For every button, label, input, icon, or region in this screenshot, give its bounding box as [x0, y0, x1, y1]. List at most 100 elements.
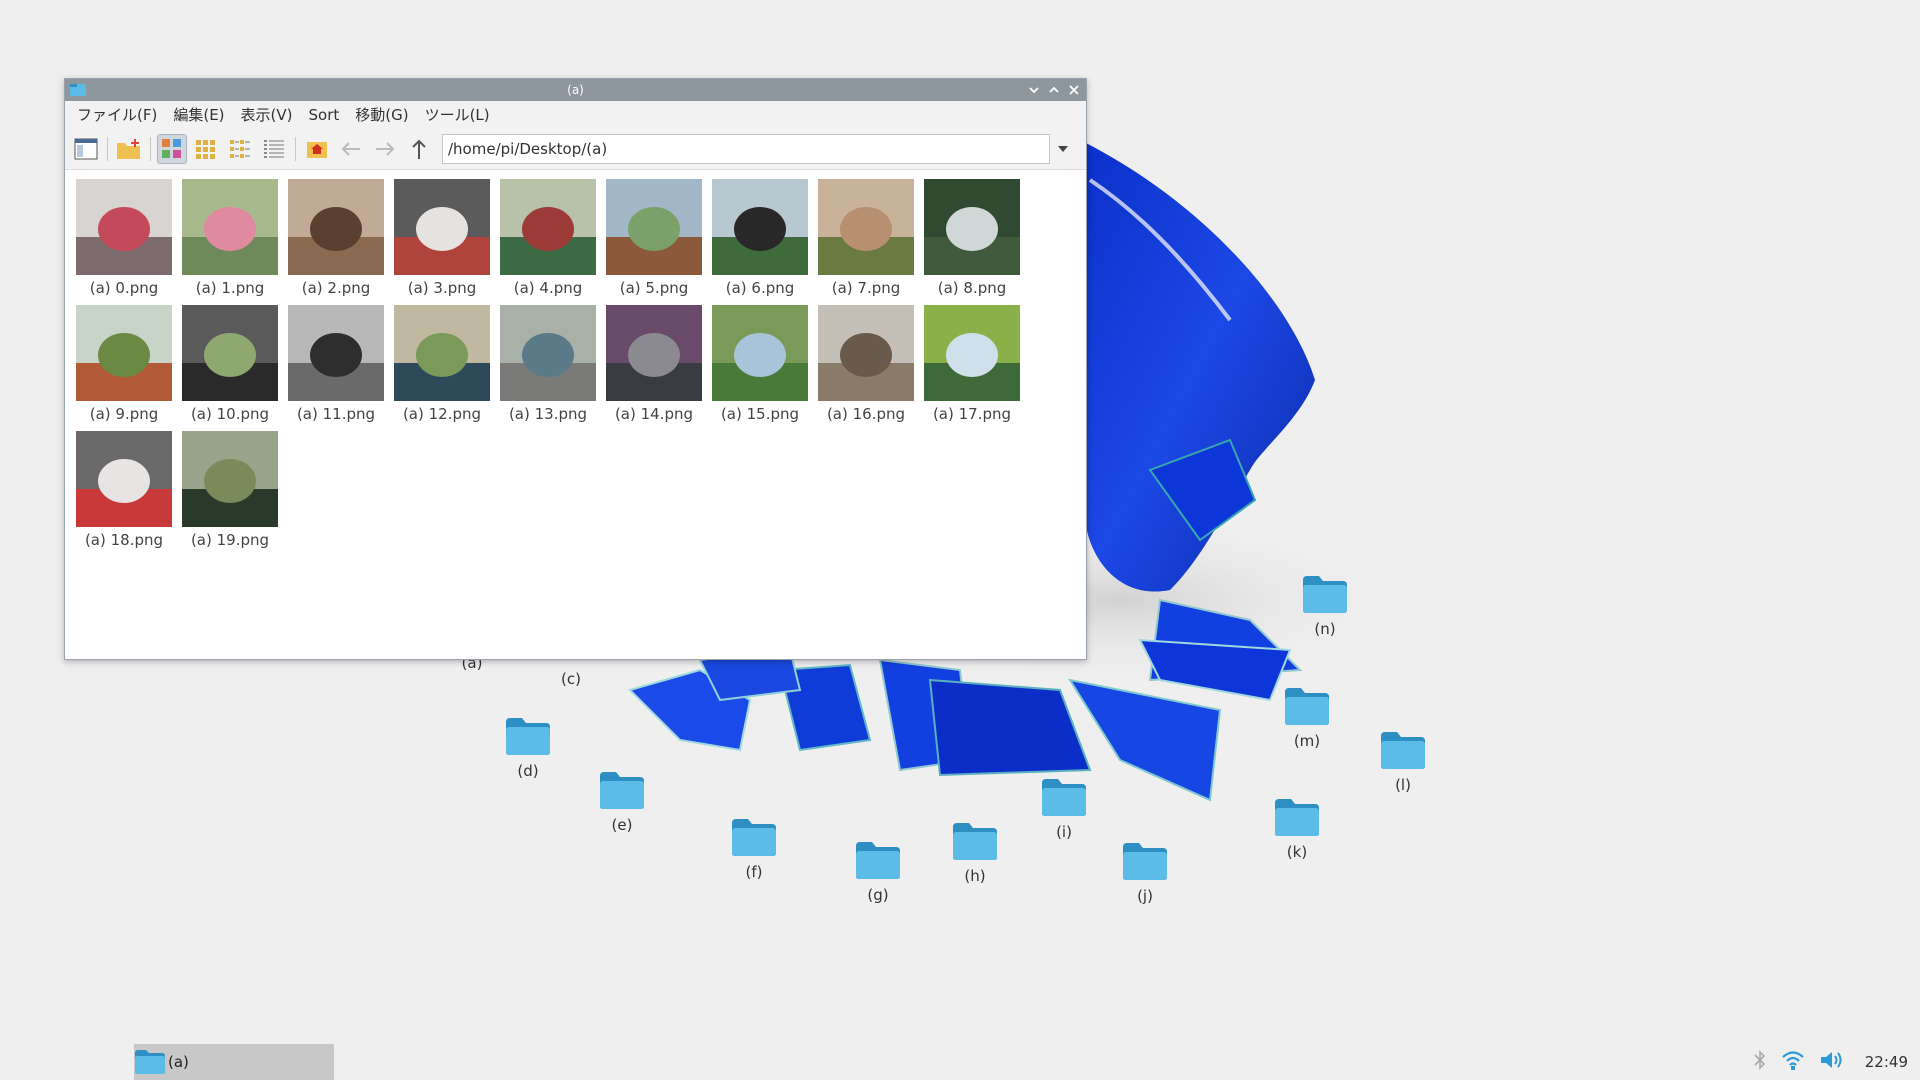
- view-list-button[interactable]: [259, 134, 289, 164]
- menu-tools[interactable]: ツール(L): [417, 101, 498, 129]
- desktop-folder-label: (h): [964, 867, 986, 885]
- desktop-folder-label: (i): [1056, 823, 1072, 841]
- image-thumbnail: [924, 179, 1020, 275]
- file-name: (a) 9.png: [89, 405, 159, 423]
- file-name: (a) 1.png: [195, 279, 265, 297]
- file-name: (a) 3.png: [407, 279, 477, 297]
- file-item[interactable]: (a) 11.png: [283, 305, 389, 423]
- image-thumbnail: [288, 179, 384, 275]
- arrow-up-icon: [412, 139, 426, 159]
- list-view-icon: [264, 140, 284, 158]
- folder-icon: [70, 84, 86, 96]
- desktop-folder-h[interactable]: (h): [930, 821, 1020, 911]
- menu-view[interactable]: 表示(V): [233, 101, 301, 129]
- folder-icon: [1275, 799, 1319, 836]
- file-name: (a) 11.png: [296, 405, 376, 423]
- file-item[interactable]: (a) 6.png: [707, 179, 813, 297]
- file-item[interactable]: (a) 3.png: [389, 179, 495, 297]
- file-item[interactable]: (a) 16.png: [813, 305, 919, 423]
- desktop-folder-g[interactable]: (g): [833, 840, 923, 930]
- image-thumbnail: [394, 305, 490, 401]
- file-item[interactable]: (a) 2.png: [283, 179, 389, 297]
- file-name: (a) 13.png: [508, 405, 588, 423]
- file-name: (a) 19.png: [190, 531, 270, 549]
- desktop-folder-label: (n): [1314, 620, 1336, 638]
- system-tray: 22:49: [1753, 1044, 1908, 1080]
- menu-edit[interactable]: 編集(E): [165, 101, 232, 129]
- desktop-folder-i[interactable]: (i): [1019, 777, 1109, 867]
- chevron-up-icon: [1049, 86, 1059, 93]
- view-icons-button[interactable]: [191, 134, 221, 164]
- back-button[interactable]: [336, 134, 366, 164]
- file-item[interactable]: (a) 8.png: [919, 179, 1025, 297]
- image-thumbnail: [606, 305, 702, 401]
- menu-file[interactable]: ファイル(F): [69, 101, 165, 129]
- file-item[interactable]: (a) 13.png: [495, 305, 601, 423]
- file-item[interactable]: (a) 15.png: [707, 305, 813, 423]
- desktop-folder-m[interactable]: (m): [1262, 686, 1352, 776]
- home-icon: [307, 142, 327, 158]
- file-name: (a) 16.png: [826, 405, 906, 423]
- desktop-folder-l[interactable]: (l): [1358, 730, 1448, 820]
- volume-icon[interactable]: [1819, 1049, 1845, 1075]
- chevron-down-icon: [1029, 87, 1039, 94]
- file-item[interactable]: (a) 7.png: [813, 179, 919, 297]
- file-name: (a) 4.png: [513, 279, 583, 297]
- path-input[interactable]: [443, 137, 1049, 161]
- taskbar: (a) 22:49: [0, 1044, 1920, 1080]
- file-item[interactable]: (a) 10.png: [177, 305, 283, 423]
- wifi-icon[interactable]: [1781, 1049, 1805, 1075]
- file-item[interactable]: (a) 19.png: [177, 431, 283, 549]
- image-thumbnail: [182, 179, 278, 275]
- view-compact-button[interactable]: [225, 134, 255, 164]
- image-thumbnail: [76, 431, 172, 527]
- maximize-button[interactable]: [1046, 81, 1062, 99]
- clock[interactable]: 22:49: [1865, 1053, 1908, 1071]
- desktop-folder-n[interactable]: (n): [1280, 574, 1370, 664]
- image-thumbnail: [606, 179, 702, 275]
- desktop-folder-label: (c): [561, 670, 581, 688]
- bluetooth-icon[interactable]: [1753, 1049, 1767, 1075]
- file-item[interactable]: (a) 14.png: [601, 305, 707, 423]
- minimize-button[interactable]: [1026, 81, 1042, 99]
- desktop-folder-j[interactable]: (j): [1100, 841, 1190, 931]
- icon-view-icon: [196, 140, 215, 159]
- view-thumbnails-button[interactable]: [157, 134, 187, 164]
- menu-go[interactable]: 移動(G): [347, 101, 416, 129]
- path-dropdown-button[interactable]: [1050, 134, 1076, 164]
- file-item[interactable]: (a) 17.png: [919, 305, 1025, 423]
- menu-sort[interactable]: Sort: [301, 101, 348, 129]
- desktop-folder-k[interactable]: (k): [1252, 797, 1342, 887]
- file-manager-window[interactable]: (a) ファイル(F) 編集(E) 表示(V) Sort 移動(G) ツール(L…: [64, 78, 1087, 660]
- desktop-folder-e[interactable]: (e): [577, 770, 667, 860]
- file-item[interactable]: (a) 0.png: [71, 179, 177, 297]
- toolbar-separator: [150, 137, 151, 161]
- file-item[interactable]: (a) 1.png: [177, 179, 283, 297]
- up-button[interactable]: [404, 134, 434, 164]
- file-view[interactable]: (a) 0.png (a) 1.png (a) 2.png (a) 3.png (a) …: [65, 171, 1086, 659]
- folder-icon: [1123, 843, 1167, 880]
- desktop-folder-label: (e): [611, 816, 633, 834]
- close-button[interactable]: [1066, 81, 1082, 99]
- new-window-button[interactable]: [71, 134, 101, 164]
- dropdown-arrow-icon: [1058, 146, 1068, 152]
- window-titlebar[interactable]: (a): [65, 79, 1086, 101]
- new-window-icon: [74, 138, 98, 160]
- file-item[interactable]: (a) 18.png: [71, 431, 177, 549]
- image-thumbnail: [182, 431, 278, 527]
- file-item[interactable]: (a) 9.png: [71, 305, 177, 423]
- home-button[interactable]: [302, 134, 332, 164]
- file-item[interactable]: (a) 4.png: [495, 179, 601, 297]
- desktop-folder-f[interactable]: (f): [709, 817, 799, 907]
- desktop-folder-d[interactable]: (d): [483, 716, 573, 806]
- window-title: (a): [567, 83, 584, 97]
- taskbar-window-button[interactable]: (a): [134, 1044, 334, 1080]
- image-thumbnail: [76, 179, 172, 275]
- file-item[interactable]: (a) 5.png: [601, 179, 707, 297]
- close-icon: [1069, 85, 1079, 95]
- toolbar-separator: [107, 137, 108, 161]
- new-folder-button[interactable]: [114, 134, 144, 164]
- file-item[interactable]: (a) 12.png: [389, 305, 495, 423]
- folder-icon: [953, 823, 997, 860]
- forward-button[interactable]: [370, 134, 400, 164]
